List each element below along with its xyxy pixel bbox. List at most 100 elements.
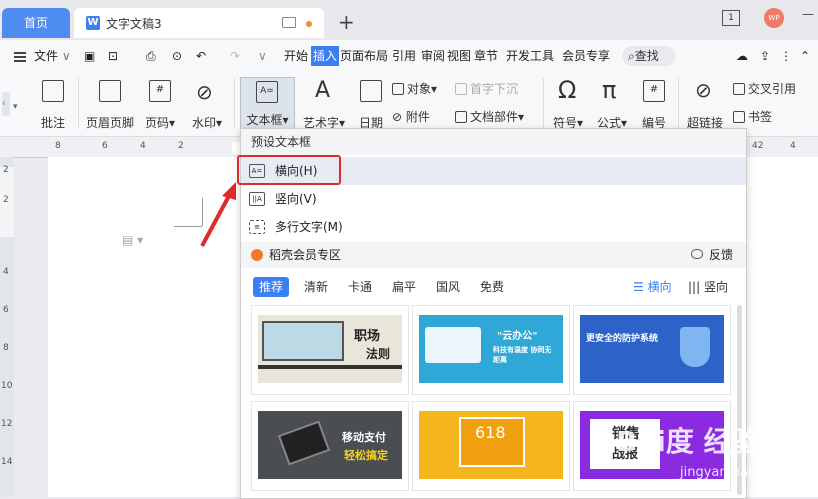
menu-file[interactable]: 文件 ∨ [34, 40, 71, 72]
vertical-lines-icon: ||| [688, 280, 704, 294]
template-thumbnail: 更安全的防护系统 [580, 315, 724, 383]
feedback-link[interactable]: 反馈 [709, 242, 733, 268]
template-card[interactable]: 618 [412, 401, 570, 491]
template-card[interactable]: 移动支付 轻松搞定 [251, 401, 409, 491]
search-label: 查找 [634, 49, 659, 63]
redo-icon[interactable]: ↷ [230, 40, 240, 72]
category-recommend[interactable]: 推荐 [253, 277, 290, 297]
preset-textbox-header: 预设文本框 [241, 129, 746, 155]
vip-zone-title: 稻壳会员专区 [269, 248, 342, 262]
menu-bar: 文件 ∨ ▣ ⊡ ⎙ ⊙ ↶ ↷ ∨ 开始 插入 页面布局 引用 审阅 视图 章… [0, 40, 818, 72]
tab-document[interactable]: W 文字文稿3 [74, 8, 324, 38]
link-icon: ⊘ [695, 78, 712, 102]
card-subtitle: 法则 [366, 347, 391, 361]
divider [234, 78, 235, 128]
menu-developer[interactable]: 开发工具 [506, 40, 554, 72]
ruler-tick: 6 [102, 141, 108, 151]
menu-member[interactable]: 会员专享 [562, 40, 610, 72]
orientation-horizontal-filter[interactable]: ☰ 横向 [633, 277, 672, 297]
cloud-icon[interactable]: ☁ [736, 40, 748, 72]
paperclip-icon: ⊘ [392, 110, 406, 124]
minimize-button[interactable]: — [802, 7, 814, 21]
print-icon[interactable]: ⎙ [146, 40, 156, 72]
preview-icon[interactable]: ⊙ [172, 40, 182, 72]
menu-section[interactable]: 章节 [474, 40, 498, 72]
orient-v-label: 竖向 [703, 280, 728, 294]
orientation-vertical-filter[interactable]: ||| 竖向 [688, 277, 728, 297]
header-footer-label: 页眉页脚 [85, 116, 134, 130]
vertical-ruler[interactable]: 2 2 4 6 8 10 12 14 [0, 157, 14, 497]
textbox-vertical-option[interactable]: ||A 竖向(V) [241, 185, 746, 213]
ruler-tick: 42 [752, 141, 764, 151]
category-chinese[interactable]: 国风 [430, 277, 466, 297]
horizontal-lines-icon: ☰ [633, 280, 648, 294]
vertical-label: 竖向(V) [275, 192, 317, 206]
page-number-label: 页码▾ [144, 116, 176, 130]
textbox-icon: A= [256, 81, 278, 103]
menu-insert[interactable]: 插入 [311, 46, 340, 66]
template-thumbnail: "云办公" 科技有温度 协同无距离 [419, 315, 563, 383]
template-card[interactable]: 职场 法则 [251, 305, 409, 395]
category-flat[interactable]: 扁平 [386, 277, 422, 297]
category-free[interactable]: 免费 [474, 277, 510, 297]
baidu-watermark: Bai度 经验 [616, 425, 760, 458]
more-icon[interactable]: ∨ [258, 40, 267, 72]
template-card[interactable]: "云办公" 科技有温度 协同无距离 [412, 305, 570, 395]
textbox-button[interactable]: A= 文本框▾ [240, 77, 295, 132]
avatar[interactable]: WP [764, 8, 784, 28]
dropcap-button[interactable]: 首字下沉 [455, 80, 518, 97]
watermark-icon: ⊘ [196, 80, 213, 104]
unsaved-dot-icon [306, 21, 312, 27]
save-icon[interactable]: ▣ [84, 40, 95, 72]
card-title: 职场 [354, 329, 381, 344]
monitor-icon[interactable] [282, 17, 296, 28]
share-icon[interactable]: ⇪ [760, 40, 770, 72]
docer-logo-icon [251, 249, 263, 261]
ruler-tick: 2 [3, 195, 9, 205]
menu-page-layout[interactable]: 页面布局 [340, 40, 388, 72]
pi-icon: π [602, 76, 617, 104]
ruler-tick: 2 [178, 141, 184, 151]
docpart-button[interactable]: 文档部件▾ [455, 108, 524, 125]
ruler-tick: 6 [3, 305, 9, 315]
undo-icon[interactable]: ↶ [196, 40, 206, 72]
object-icon [392, 83, 404, 95]
open-folder-icon[interactable]: ⊡ [108, 40, 118, 72]
ruler-tick: 4 [3, 267, 9, 277]
new-tab-button[interactable]: + [338, 10, 355, 34]
feedback-icon[interactable] [691, 249, 703, 259]
multiline-textbox-icon: ≡ [249, 220, 265, 234]
object-button[interactable]: 对象▾ [392, 80, 437, 97]
vertical-textbox-icon: ||A [249, 192, 265, 206]
bookmark-button[interactable]: 书签 [733, 108, 772, 125]
baidu-watermark-url: jingyan.baidu.com [680, 465, 800, 480]
ruler-tick: 2 [3, 165, 9, 175]
template-card[interactable]: 更安全的防护系统 [573, 305, 731, 395]
search-box[interactable]: ⌕查找 [622, 46, 676, 66]
dropcap-label: 首字下沉 [470, 82, 519, 96]
menu-view[interactable]: 视图 [447, 40, 471, 72]
menu-review[interactable]: 审阅 [421, 40, 445, 72]
scroll-left-icon[interactable]: ‹ [2, 92, 10, 116]
menu-references[interactable]: 引用 [392, 40, 416, 72]
textbox-multiline-option[interactable]: ≡ 多行文字(M) [241, 213, 746, 241]
window-count-button[interactable]: 1 [722, 10, 740, 26]
bookmark-icon [733, 111, 745, 123]
attachment-button[interactable]: ⊘ 附件 [392, 108, 430, 125]
category-cartoon[interactable]: 卡通 [342, 277, 378, 297]
tab-home[interactable]: 首页 [2, 8, 70, 38]
paragraph-layout-icon[interactable]: ▤ ▾ [122, 233, 143, 247]
menu-start[interactable]: 开始 [284, 40, 308, 72]
ruler-tick: 4 [140, 141, 146, 151]
hamburger-icon[interactable] [14, 52, 26, 62]
docpart-icon [455, 111, 467, 123]
ruler-tick: 12 [1, 419, 13, 429]
dropdown-arrow-icon[interactable]: ▾ [13, 102, 18, 112]
more-options-icon[interactable]: ⋮ [780, 40, 792, 72]
object-label: 对象 [407, 82, 432, 96]
divider [78, 78, 79, 128]
category-fresh[interactable]: 清新 [298, 277, 334, 297]
collapse-icon[interactable]: ⌃ [800, 40, 810, 72]
vip-zone-bar: 稻壳会员专区 反馈 [241, 242, 746, 268]
crossref-button[interactable]: 交叉引用 [733, 80, 796, 97]
